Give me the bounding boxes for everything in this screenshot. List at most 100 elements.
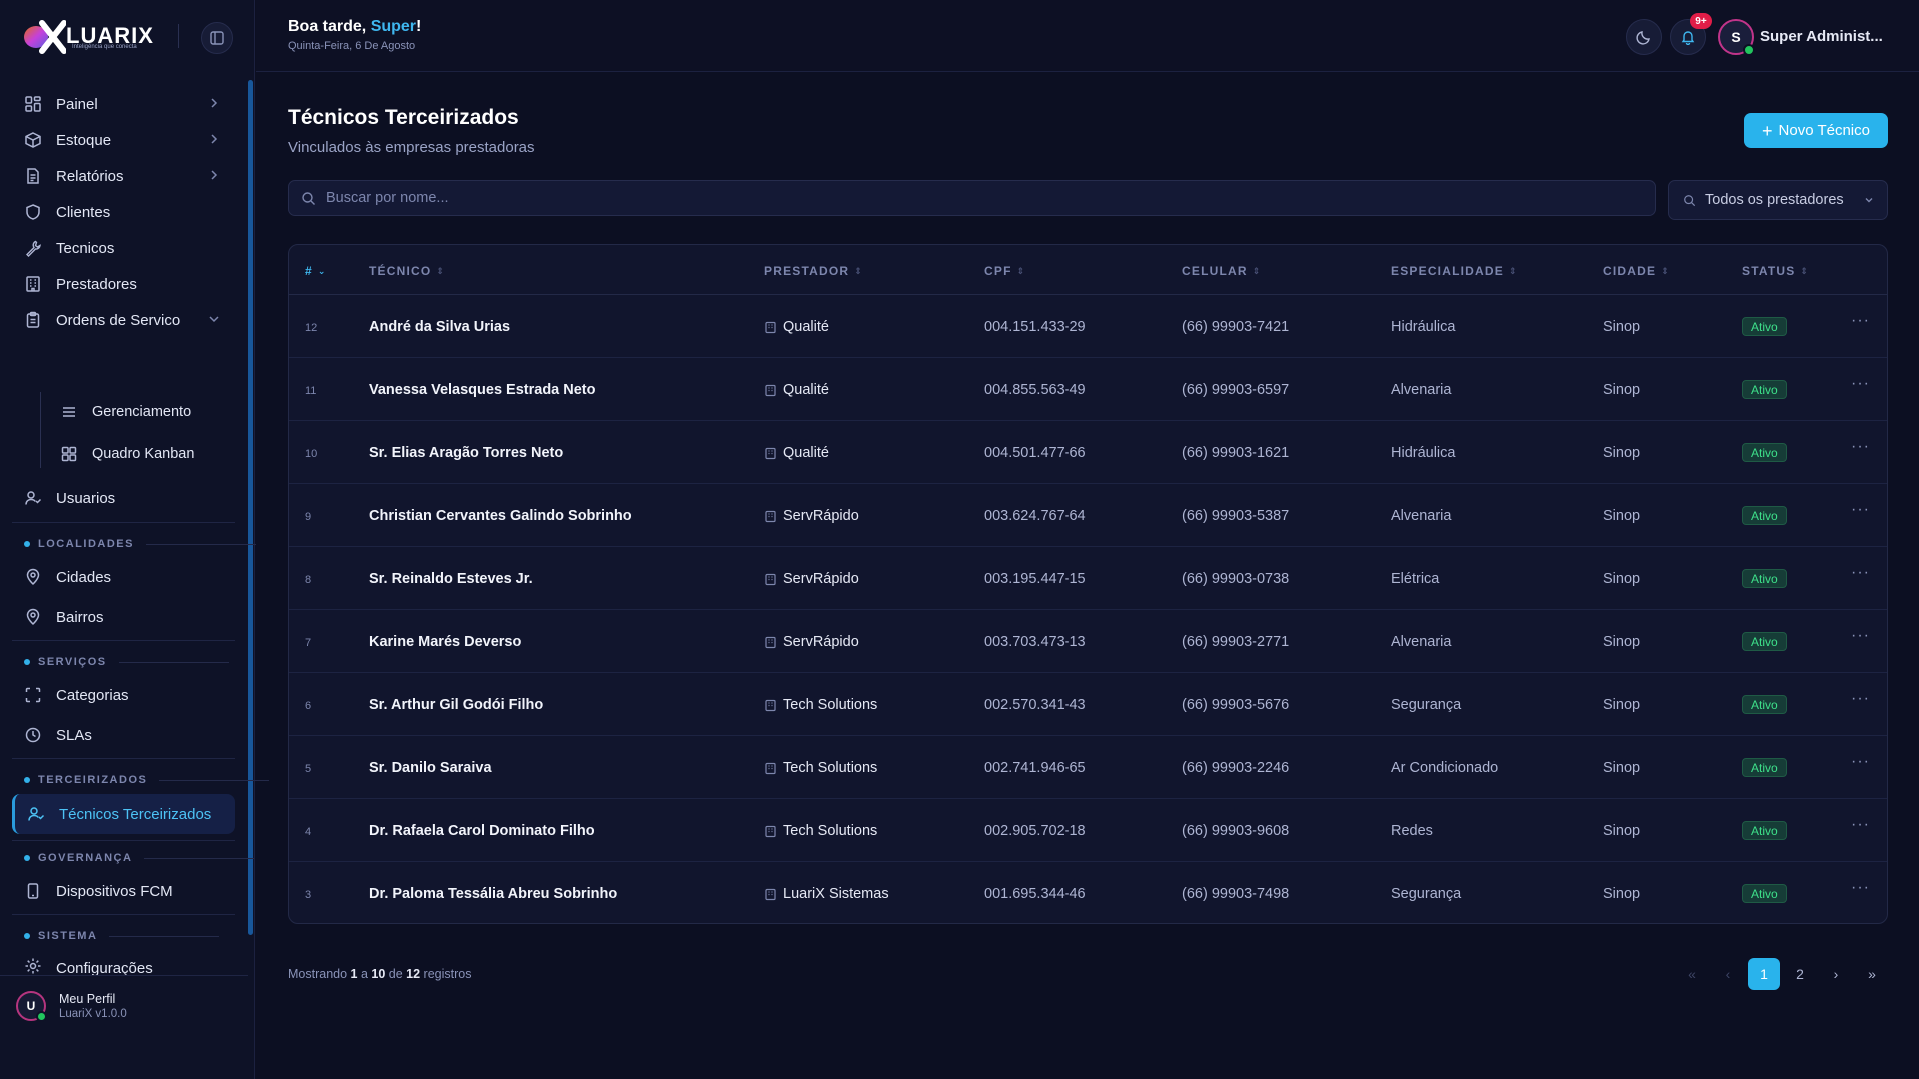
cell-especialidade: Ar Condicionado [1391,760,1499,776]
sidebar-item-tecnicos[interactable]: Tecnicos [12,230,235,266]
next-page-button[interactable]: › [1820,958,1852,990]
building-icon [765,510,776,522]
first-page-button[interactable]: « [1676,958,1708,990]
last-page-button[interactable]: » [1856,958,1888,990]
page-1-button[interactable]: 1 [1748,958,1780,990]
sidebar-item-categorias[interactable]: Categorias [12,677,235,713]
cell-name[interactable]: Christian Cervantes Galindo Sobrinho [369,508,632,524]
row-actions-button[interactable]: ··· [1851,753,1870,771]
row-actions-button[interactable]: ··· [1851,816,1870,834]
table-row[interactable]: 6 Sr. Arthur Gil Godói Filho Tech Soluti… [289,673,1887,736]
online-indicator [1743,44,1755,56]
cell-name[interactable]: Sr. Arthur Gil Godói Filho [369,697,543,713]
cell-name[interactable]: Sr. Danilo Saraiva [369,760,492,776]
sidebar-item-tecnicos-terceirizados[interactable]: Técnicos Terceirizados [12,794,235,834]
row-actions-button[interactable]: ··· [1851,564,1870,582]
page-2-button[interactable]: 2 [1784,958,1816,990]
column-header-tecnico[interactable]: TÉCNICO ⇕ [369,264,445,278]
table-row[interactable]: 7 Karine Marés Deverso ServRápido 003.70… [289,610,1887,673]
column-header-cpf[interactable]: CPF ⇕ [984,264,1025,278]
cell-especialidade: Alvenaria [1391,508,1452,524]
prestador-name: ServRápido [783,634,859,650]
section-label: SISTEMA [38,930,98,942]
section-terceirizados: TERCEIRIZADOS [24,774,270,786]
prestador-name: Qualité [783,445,829,461]
sidebar-item-gerenciamento[interactable]: Gerenciamento [48,394,235,430]
theme-toggle-button[interactable] [1626,19,1662,55]
shield-icon [26,204,40,220]
cell-name[interactable]: Vanessa Velasques Estrada Neto [369,382,596,398]
cell-name[interactable]: Sr. Elias Aragão Torres Neto [369,445,563,461]
table-row[interactable]: 9 Christian Cervantes Galindo Sobrinho S… [289,484,1887,547]
cell-cidade: Sinop [1603,697,1641,713]
section-dot [24,855,30,861]
row-actions-button[interactable]: ··· [1851,438,1870,456]
section-dot [24,777,30,783]
sidebar-item-kanban[interactable]: Quadro Kanban [48,436,235,472]
table-row[interactable]: 3 Dr. Paloma Tessália Abreu Sobrinho Lua… [289,862,1887,923]
cell-name[interactable]: André da Silva Urias [369,319,510,335]
sidebar-item-label: Bairros [56,608,104,626]
search-input[interactable] [326,190,1655,206]
user-avatar[interactable]: S [1718,19,1755,56]
sidebar-item-ordens-servico[interactable]: Ordens de Servico [12,302,235,338]
summary-text: Mostrando [288,967,351,981]
user-name[interactable]: Super Administ... [1760,28,1883,45]
row-actions-button[interactable]: ··· [1851,312,1870,330]
sidebar-item-slas[interactable]: SLAs [12,717,235,753]
cell-especialidade: Hidráulica [1391,445,1456,461]
column-header-especialidade[interactable]: ESPECIALIDADE ⇕ [1391,264,1518,278]
column-label: CELULAR [1182,264,1248,278]
sidebar-scrollbar[interactable] [248,80,253,935]
cell-cpf: 004.855.563-49 [984,382,1086,398]
cell-prestador: Tech Solutions [764,760,877,776]
column-header-celular[interactable]: CELULAR ⇕ [1182,264,1261,278]
table-row[interactable]: 10 Sr. Elias Aragão Torres Neto Qualité … [289,421,1887,484]
table-row[interactable]: 5 Sr. Danilo Saraiva Tech Solutions 002.… [289,736,1887,799]
collapse-sidebar-button[interactable] [201,22,233,54]
cell-especialidade: Alvenaria [1391,634,1452,650]
sidebar-item-bairros[interactable]: Bairros [12,599,235,635]
status-badge: Ativo [1742,443,1787,462]
table-row[interactable]: 4 Dr. Rafaela Carol Dominato Filho Tech … [289,799,1887,862]
row-actions-button[interactable]: ··· [1851,879,1870,897]
sidebar-item-clientes[interactable]: Clientes [12,194,235,230]
sidebar-item-prestadores[interactable]: Prestadores [12,266,235,302]
prev-page-button[interactable]: ‹ [1712,958,1744,990]
sidebar-item-usuarios[interactable]: Usuarios [12,480,235,516]
cell-name[interactable]: Dr. Paloma Tessália Abreu Sobrinho [369,886,617,902]
table-row[interactable]: 11 Vanessa Velasques Estrada Neto Qualit… [289,358,1887,421]
cell-celular: (66) 99903-1621 [1182,445,1290,461]
cell-cidade: Sinop [1603,886,1641,902]
cell-cidade: Sinop [1603,634,1641,650]
sidebar-item-cidades[interactable]: Cidades [12,559,235,595]
logo-divider [178,24,179,48]
sidebar-item-painel[interactable]: Painel [12,86,235,122]
sidebar-item-configuracoes[interactable]: Configurações [12,951,235,975]
column-header-id[interactable]: # ⌄ [305,264,327,278]
table-row[interactable]: 8 Sr. Reinaldo Esteves Jr. ServRápido 00… [289,547,1887,610]
row-actions-button[interactable]: ··· [1851,501,1870,519]
sidebar-item-dispositivos[interactable]: Dispositivos FCM [12,873,235,909]
sidebar-item-relatorios[interactable]: Relatórios [12,158,235,194]
profile-text: Meu Perfil LuariX v1.0.0 [59,992,127,1020]
cell-name[interactable]: Karine Marés Deverso [369,634,521,650]
row-actions-button[interactable]: ··· [1851,627,1870,645]
column-header-cidade[interactable]: CIDADE ⇕ [1603,264,1670,278]
cell-name[interactable]: Dr. Rafaela Carol Dominato Filho [369,823,595,839]
new-technician-button[interactable]: + Novo Técnico [1744,113,1888,148]
provider-filter-select[interactable]: Todos os prestadores [1668,180,1888,220]
logo[interactable]: LUARIX Inteligência que conecta [0,0,254,72]
column-header-prestador[interactable]: PRESTADOR ⇕ [764,264,863,278]
profile-menu[interactable]: U Meu Perfil LuariX v1.0.0 [0,975,248,1035]
column-header-status[interactable]: STATUS ⇕ [1742,264,1809,278]
table-row[interactable]: 12 André da Silva Urias Qualité 004.151.… [289,295,1887,358]
row-actions-button[interactable]: ··· [1851,690,1870,708]
sidebar-item-estoque[interactable]: Estoque [12,122,235,158]
button-label: Novo Técnico [1778,122,1870,139]
row-actions-button[interactable]: ··· [1851,375,1870,393]
cell-celular: (66) 99903-2246 [1182,760,1290,776]
cell-especialidade: Segurança [1391,697,1462,713]
column-label: CIDADE [1603,264,1657,278]
cell-name[interactable]: Sr. Reinaldo Esteves Jr. [369,571,533,587]
